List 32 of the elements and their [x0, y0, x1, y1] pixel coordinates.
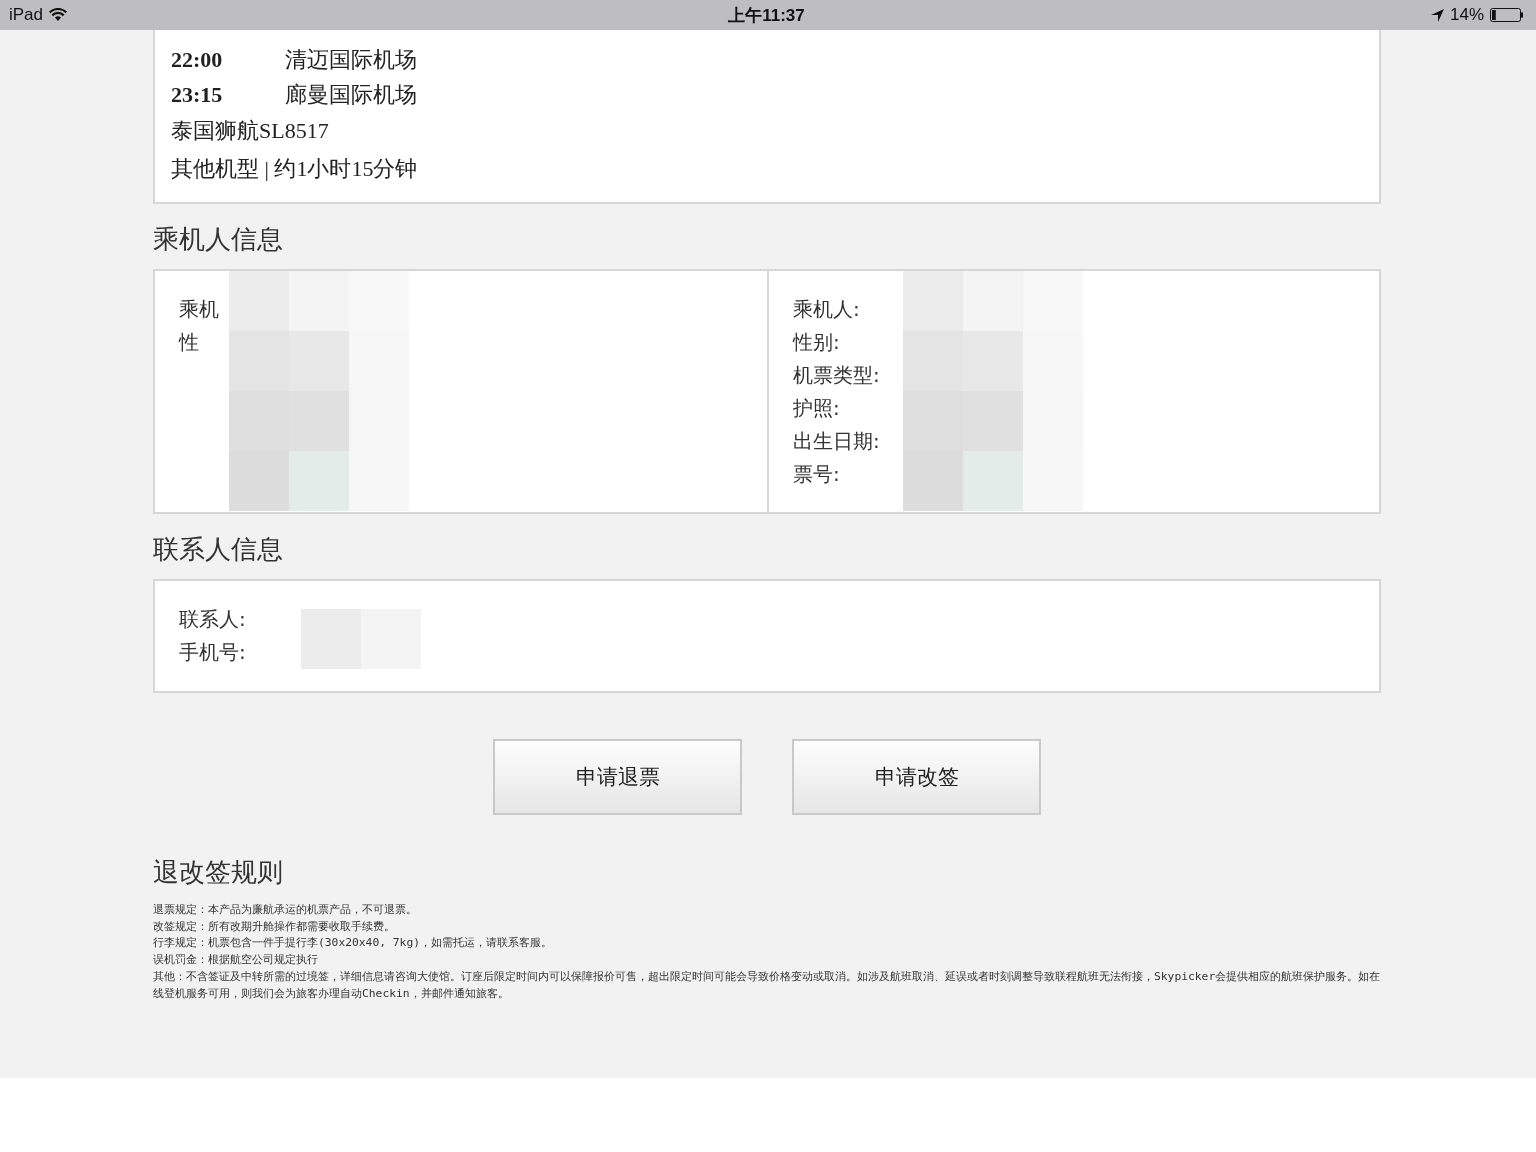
field-label: 乘机人: [793, 297, 860, 321]
flight-number: 泰国狮航SL8517 [171, 117, 330, 145]
flight-details: 其他机型 | 约1小时15分钟 [171, 155, 419, 183]
battery-icon [1490, 8, 1524, 22]
field-label: 票号: [793, 462, 840, 486]
field-label: 乘机 [179, 297, 219, 321]
airport-name: 廊曼国际机场 [285, 81, 417, 109]
flight-time: 22:00 [171, 46, 224, 74]
rule-text: 误机罚金：根据航空公司规定执行 [153, 952, 319, 969]
wifi-icon [49, 8, 68, 22]
field-label: 出生日期: [793, 429, 880, 453]
section-title: 联系人信息 [153, 533, 284, 566]
battery-percent: 14% [1449, 5, 1484, 25]
section-title: 退改签规则 [153, 856, 284, 889]
field-label: 性 [179, 330, 199, 354]
action-button[interactable]: 申请改签 [792, 739, 1041, 815]
clock: 上午11:37 [728, 4, 805, 27]
field-label: 机票类型: [793, 363, 880, 387]
field-label: 护照: [793, 396, 840, 420]
flight-time: 23:15 [171, 81, 224, 109]
field-label: 手机号: [179, 640, 246, 664]
device-name: iPad [9, 5, 44, 25]
rule-text: 退票规定：本产品为廉航承运的机票产品，不可退票。 [153, 902, 418, 918]
airport-name: 清迈国际机场 [285, 46, 417, 74]
field-label: 性别: [793, 330, 840, 354]
action-button[interactable]: 申请退票 [493, 739, 742, 815]
field-label: 联系人: [179, 607, 246, 631]
location-arrow-icon [1430, 8, 1444, 22]
rule-text: 其他：不含签证及中转所需的过境签，详细信息请咨询大使馆。订座后限定时间内可以保障报价可售，超出限定时间可能会导致价格变动或取消。如涉及航班取消、延误或者时刻调整导致联程航班无法衔接，Skypicker会提供相应的航班保护服务。如在线登机服务可用，则我们会为旅客办理自动Checkin，并邮件通知旅客。 [153, 968, 1381, 1002]
rule-text: 改签规定：所有改期升舱操作都需要收取手续费。 [153, 918, 396, 935]
section-title: 乘机人信息 [153, 223, 284, 256]
rule-text: 行李规定：机票包含一件手提行李(30x20x40, 7kg)，如需托运，请联系客服。 [153, 935, 554, 952]
